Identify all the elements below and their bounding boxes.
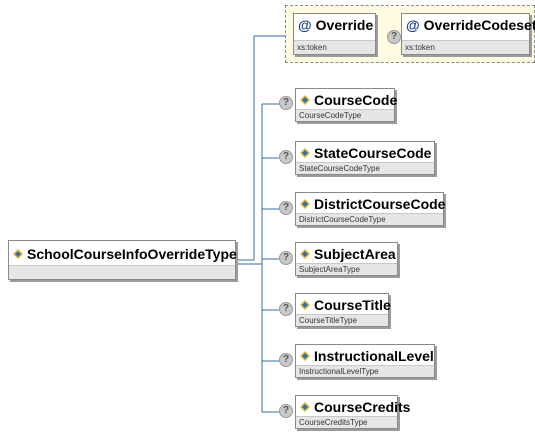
element-type: CourseTitleType bbox=[296, 314, 388, 326]
element-diamond-icon bbox=[300, 95, 310, 105]
element-name: CourseCode bbox=[314, 92, 398, 108]
element-name: CourseTitle bbox=[314, 297, 391, 313]
attribute-override[interactable]: @ Override xs:token bbox=[293, 13, 376, 55]
element-name: InstructionalLevel bbox=[314, 348, 434, 364]
optional-marker-icon: ? bbox=[279, 404, 293, 418]
element-type: DistrictCourseCodeType bbox=[296, 213, 443, 225]
element-diamond-icon bbox=[13, 249, 23, 259]
element-course-title[interactable]: CourseTitle CourseTitleType bbox=[295, 293, 391, 327]
optional-marker-icon: ? bbox=[279, 150, 293, 164]
element-course-code[interactable]: CourseCode CourseCodeType bbox=[295, 88, 398, 122]
optional-marker-icon: ? bbox=[279, 302, 293, 316]
element-type: StateCourseCodeType bbox=[296, 162, 434, 174]
attribute-type: xs:token bbox=[294, 40, 375, 54]
element-diamond-icon bbox=[300, 300, 310, 310]
optional-marker-icon: ? bbox=[279, 96, 293, 110]
element-type: CourseCodeType bbox=[296, 109, 394, 121]
attribute-name: Override bbox=[315, 17, 374, 33]
element-course-credits[interactable]: CourseCredits CourseCreditsType bbox=[295, 395, 410, 429]
root-element-type-band bbox=[9, 265, 235, 279]
element-name: StateCourseCode bbox=[314, 145, 432, 161]
element-type: InstructionalLevelType bbox=[296, 365, 434, 377]
optional-marker-icon: ? bbox=[279, 353, 293, 367]
root-element-name: SchoolCourseInfoOverrideType bbox=[27, 246, 237, 262]
element-type: SubjectAreaType bbox=[296, 263, 397, 275]
element-subject-area[interactable]: SubjectArea SubjectAreaType bbox=[295, 242, 398, 276]
element-diamond-icon bbox=[300, 402, 310, 412]
element-district-course-code[interactable]: DistrictCourseCode DistrictCourseCodeTyp… bbox=[295, 192, 446, 226]
element-diamond-icon bbox=[300, 148, 310, 158]
element-diamond-icon bbox=[300, 199, 310, 209]
at-attribute-icon: @ bbox=[298, 17, 312, 33]
attribute-name: OverrideCodeset bbox=[423, 17, 535, 33]
element-name: CourseCredits bbox=[314, 399, 411, 415]
at-attribute-icon: @ bbox=[406, 17, 420, 33]
optional-marker-icon: ? bbox=[279, 201, 293, 215]
element-instructional-level[interactable]: InstructionalLevel InstructionalLevelTyp… bbox=[295, 344, 435, 378]
element-state-course-code[interactable]: StateCourseCode StateCourseCodeType bbox=[295, 141, 435, 175]
element-name: DistrictCourseCode bbox=[314, 196, 446, 212]
connector-lines bbox=[236, 35, 285, 413]
optional-marker-icon: ? bbox=[387, 30, 401, 44]
attribute-type: xs:token bbox=[402, 40, 529, 54]
root-element-node[interactable]: SchoolCourseInfoOverrideType bbox=[8, 240, 237, 280]
element-diamond-icon bbox=[300, 249, 310, 259]
element-name: SubjectArea bbox=[314, 246, 396, 262]
attribute-override-codeset[interactable]: @ OverrideCodeset xs:token bbox=[401, 13, 535, 55]
optional-marker-icon: ? bbox=[279, 251, 293, 265]
element-diamond-icon bbox=[300, 351, 310, 361]
element-type: CourseCreditsType bbox=[296, 416, 397, 428]
